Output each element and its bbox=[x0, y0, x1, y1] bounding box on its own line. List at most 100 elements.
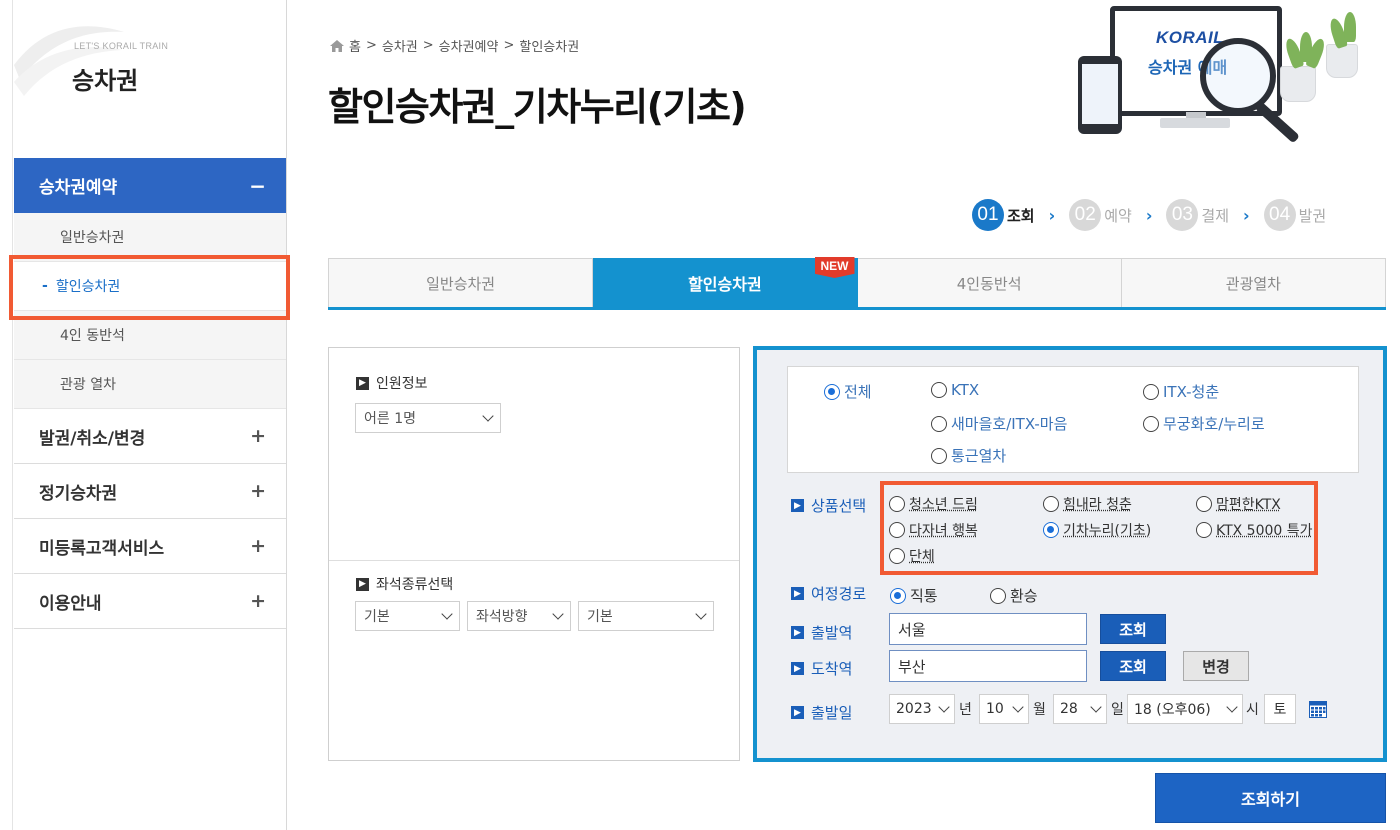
menu-group-guest-service[interactable]: 미등록고객서비스 + bbox=[14, 519, 286, 574]
step-issue: 04 발권 bbox=[1263, 199, 1327, 231]
select-value: 10 bbox=[986, 701, 1004, 717]
bullet-arrow-icon: ▶ bbox=[791, 662, 804, 675]
radio-train-commuter[interactable]: 통근열차 bbox=[931, 445, 1006, 466]
tab-general-ticket[interactable]: 일반승차권 bbox=[328, 258, 594, 307]
year-select[interactable]: 2023 bbox=[889, 694, 955, 724]
search-submit-button[interactable]: 조회하기 bbox=[1155, 773, 1386, 823]
hour-select[interactable]: 18 (오후06) bbox=[1127, 694, 1243, 724]
passenger-label: ▶ 인원정보 bbox=[356, 373, 428, 393]
bullet-arrow-icon: ▶ bbox=[356, 577, 369, 591]
bullet-arrow-icon: ▶ bbox=[356, 376, 369, 390]
radio-circle bbox=[931, 382, 947, 398]
breadcrumb-separator: > bbox=[422, 38, 434, 53]
menu-group-reservation[interactable]: 승차권예약 − bbox=[14, 158, 286, 213]
select-value: 좌석방향 bbox=[476, 609, 528, 625]
magnifier-icon bbox=[1200, 38, 1276, 114]
breadcrumb-separator: > bbox=[503, 38, 515, 53]
month-select[interactable]: 10 bbox=[979, 694, 1029, 724]
arrival-label: ▶ 도착역 bbox=[791, 658, 852, 679]
arrival-label-text: 도착역 bbox=[811, 660, 853, 678]
seat-label: ▶ 좌석종류선택 bbox=[356, 574, 453, 594]
new-badge: NEW bbox=[814, 257, 855, 278]
menu-group-season-ticket[interactable]: 정기승차권 + bbox=[14, 464, 286, 519]
sidebar-edge bbox=[12, 0, 13, 830]
tab-label: 일반승차권 bbox=[426, 274, 496, 293]
radio-train-itx-cheongchun[interactable]: ITX-청춘 bbox=[1143, 381, 1219, 402]
arrival-search-button[interactable]: 조회 bbox=[1100, 651, 1166, 681]
menu-group-label: 발권/취소/변경 bbox=[39, 428, 146, 449]
step-reserve: 02 예약 bbox=[1069, 199, 1132, 231]
chevron-down-icon bbox=[552, 608, 564, 620]
tab-tour-train[interactable]: 관광열차 bbox=[1121, 258, 1386, 307]
departure-station-input[interactable]: 서울 bbox=[889, 613, 1087, 645]
radio-train-saemaeul[interactable]: 새마을호/ITX-마음 bbox=[931, 413, 1067, 434]
departure-label: ▶ 출발역 bbox=[791, 622, 852, 643]
product-label: ▶ 상품선택 bbox=[791, 495, 866, 516]
departure-search-button[interactable]: 조회 bbox=[1100, 614, 1166, 644]
expand-icon: + bbox=[250, 535, 266, 557]
sidebar: LET'S KORAIL TRAIN 승차권 승차권예약 − 일반승차권 - 할… bbox=[0, 0, 290, 830]
radio-route-direct[interactable]: 직통 bbox=[890, 585, 938, 606]
hour-unit: 시 bbox=[1246, 702, 1259, 718]
ticket-type-tabs: 일반승차권 할인승차권 NEW 4인동반석 관광열차 bbox=[328, 257, 1386, 310]
breadcrumb: 홈 > 승차권 > 승차권예약 > 할인승차권 bbox=[330, 36, 579, 55]
tab-discount-ticket[interactable]: 할인승차권 NEW bbox=[593, 257, 858, 307]
radio-circle bbox=[824, 383, 840, 400]
submenu-item-label: 관광 열차 bbox=[60, 377, 116, 393]
product-label-text: 상품선택 bbox=[811, 497, 867, 515]
expand-icon: + bbox=[250, 590, 266, 612]
swap-stations-button[interactable]: 변경 bbox=[1183, 651, 1249, 681]
date-label: ▶ 출발일 bbox=[791, 702, 852, 723]
menu-group-issue-cancel[interactable]: 발권/취소/변경 + bbox=[14, 409, 286, 464]
departure-label-text: 출발역 bbox=[811, 624, 853, 642]
chevron-down-icon bbox=[482, 410, 494, 422]
breadcrumb-reservation[interactable]: 승차권예약 bbox=[439, 36, 499, 55]
tab-group-seat[interactable]: 4인동반석 bbox=[857, 258, 1122, 307]
step-number: 02 bbox=[1069, 199, 1102, 231]
step-payment: 03 결제 bbox=[1166, 199, 1229, 231]
home-icon bbox=[330, 39, 344, 52]
seat-direction-select[interactable]: 좌석방향 bbox=[467, 601, 571, 631]
chevron-right-icon: › bbox=[1048, 205, 1056, 225]
radio-circle bbox=[890, 587, 906, 604]
seat-label-text: 좌석종류선택 bbox=[376, 577, 454, 593]
tab-label: 관광열차 bbox=[1225, 274, 1281, 293]
header-illustration: KORAIL 승차권 예매 bbox=[1060, 0, 1400, 160]
seat-type-select[interactable]: 기본 bbox=[578, 601, 714, 631]
expand-icon: + bbox=[250, 425, 266, 447]
breadcrumb-ticket[interactable]: 승차권 bbox=[382, 36, 418, 55]
radio-label: 전체 bbox=[844, 383, 872, 401]
collapse-icon: − bbox=[249, 173, 266, 198]
radio-route-transfer[interactable]: 환승 bbox=[990, 585, 1038, 606]
step-label: 발권 bbox=[1298, 206, 1327, 225]
menu-group-guide[interactable]: 이용안내 + bbox=[14, 574, 286, 629]
radio-train-all[interactable]: 전체 bbox=[824, 381, 872, 402]
day-select[interactable]: 28 bbox=[1053, 694, 1107, 724]
chevron-down-icon bbox=[1090, 701, 1102, 713]
radio-label: 직통 bbox=[910, 587, 938, 605]
radio-label: 무궁화호/누리로 bbox=[1163, 415, 1265, 433]
weekday-display: 토 bbox=[1264, 694, 1296, 724]
train-type-group: 전체 KTX ITX-청춘 새마을호/ITX-마음 무궁화호/누리로 통근열차 bbox=[787, 366, 1359, 473]
select-value: 28 bbox=[1060, 701, 1078, 717]
radio-train-mugunghwa[interactable]: 무궁화호/누리로 bbox=[1143, 413, 1265, 434]
select-value: 기본 bbox=[587, 609, 613, 625]
radio-label: 새마을호/ITX-마음 bbox=[951, 415, 1068, 433]
panel-divider bbox=[329, 560, 739, 561]
seat-class-select[interactable]: 기본 bbox=[355, 601, 460, 631]
calendar-icon[interactable] bbox=[1309, 700, 1327, 718]
arrival-station-input[interactable]: 부산 bbox=[889, 650, 1087, 682]
step-label: 결제 bbox=[1201, 206, 1230, 225]
menu-group-label: 미등록고객서비스 bbox=[39, 538, 165, 559]
breadcrumb-home[interactable]: 홈 bbox=[349, 36, 361, 55]
passenger-count-select[interactable]: 어른 1명 bbox=[355, 403, 501, 433]
progress-steps: 01 조회 › 02 예약 › 03 결제 › 04 발권 bbox=[972, 199, 1326, 231]
radio-train-ktx[interactable]: KTX bbox=[931, 381, 979, 399]
bullet-arrow-icon: ▶ bbox=[791, 706, 804, 719]
date-label-text: 출발일 bbox=[811, 704, 853, 722]
monitor-stand bbox=[1160, 118, 1230, 128]
radio-circle bbox=[1143, 383, 1159, 400]
submenu-item-tour-train[interactable]: 관광 열차 bbox=[14, 360, 286, 409]
passenger-label-text: 인원정보 bbox=[376, 376, 428, 392]
radio-circle bbox=[931, 447, 947, 464]
